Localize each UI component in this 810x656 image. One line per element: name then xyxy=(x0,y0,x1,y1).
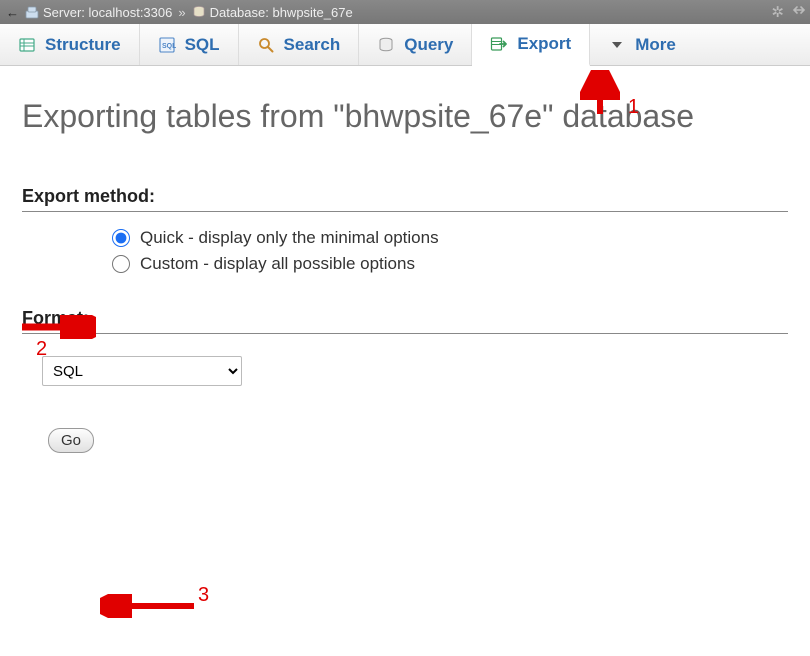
database-icon xyxy=(192,5,206,19)
more-icon xyxy=(608,36,626,54)
tab-label: Query xyxy=(404,35,453,55)
tab-label: Export xyxy=(517,34,571,54)
tab-structure[interactable]: Structure xyxy=(0,24,140,65)
format-select[interactable]: SQL xyxy=(42,356,242,386)
server-icon xyxy=(25,5,39,19)
svg-text:SQL: SQL xyxy=(162,43,176,50)
search-icon xyxy=(257,36,275,54)
breadcrumb-database[interactable]: Database: bhwpsite_67e xyxy=(210,5,353,20)
annotation-arrow-3 xyxy=(100,594,200,618)
radio-custom[interactable] xyxy=(112,255,130,273)
tab-export[interactable]: Export xyxy=(472,24,590,66)
radio-quick[interactable] xyxy=(112,229,130,247)
annotation-number-2: 2 xyxy=(36,338,47,361)
sql-icon: SQL xyxy=(158,36,176,54)
tab-query[interactable]: Query xyxy=(359,24,472,65)
tab-label: Structure xyxy=(45,35,121,55)
export-method-quick[interactable]: Quick - display only the minimal options xyxy=(112,228,788,248)
export-icon xyxy=(490,35,508,53)
export-method-heading: Export method: xyxy=(22,186,788,212)
radio-label: Custom - display all possible options xyxy=(140,254,415,274)
go-button[interactable]: Go xyxy=(48,428,94,453)
tab-more[interactable]: More xyxy=(590,24,694,65)
breadcrumb-bar: ← Server: localhost:3306 » Database: bhw… xyxy=(0,0,810,24)
tab-label: SQL xyxy=(185,35,220,55)
tab-sql[interactable]: SQL SQL xyxy=(140,24,239,65)
format-heading: Format: xyxy=(22,308,788,334)
breadcrumb-separator: » xyxy=(178,5,185,20)
collapse-icon[interactable] xyxy=(792,3,806,21)
tab-label: Search xyxy=(284,35,341,55)
main-content: Exporting tables from "bhwpsite_67e" dat… xyxy=(0,66,810,475)
back-arrow-icon[interactable]: ← xyxy=(6,5,19,20)
gear-icon[interactable]: ✲ xyxy=(771,3,784,21)
structure-icon xyxy=(18,36,36,54)
annotation-number-1: 1 xyxy=(628,96,639,119)
breadcrumb-server[interactable]: Server: localhost:3306 xyxy=(43,5,172,20)
annotation-number-3: 3 xyxy=(198,584,209,607)
tab-label: More xyxy=(635,35,676,55)
page-title: Exporting tables from "bhwpsite_67e" dat… xyxy=(22,96,788,136)
tab-search[interactable]: Search xyxy=(239,24,360,65)
export-method-custom[interactable]: Custom - display all possible options xyxy=(112,254,788,274)
query-icon xyxy=(377,36,395,54)
tab-bar: Structure SQL SQL Search Query Export Mo… xyxy=(0,24,810,66)
export-method-options: Quick - display only the minimal options… xyxy=(112,228,788,274)
radio-label: Quick - display only the minimal options xyxy=(140,228,439,248)
